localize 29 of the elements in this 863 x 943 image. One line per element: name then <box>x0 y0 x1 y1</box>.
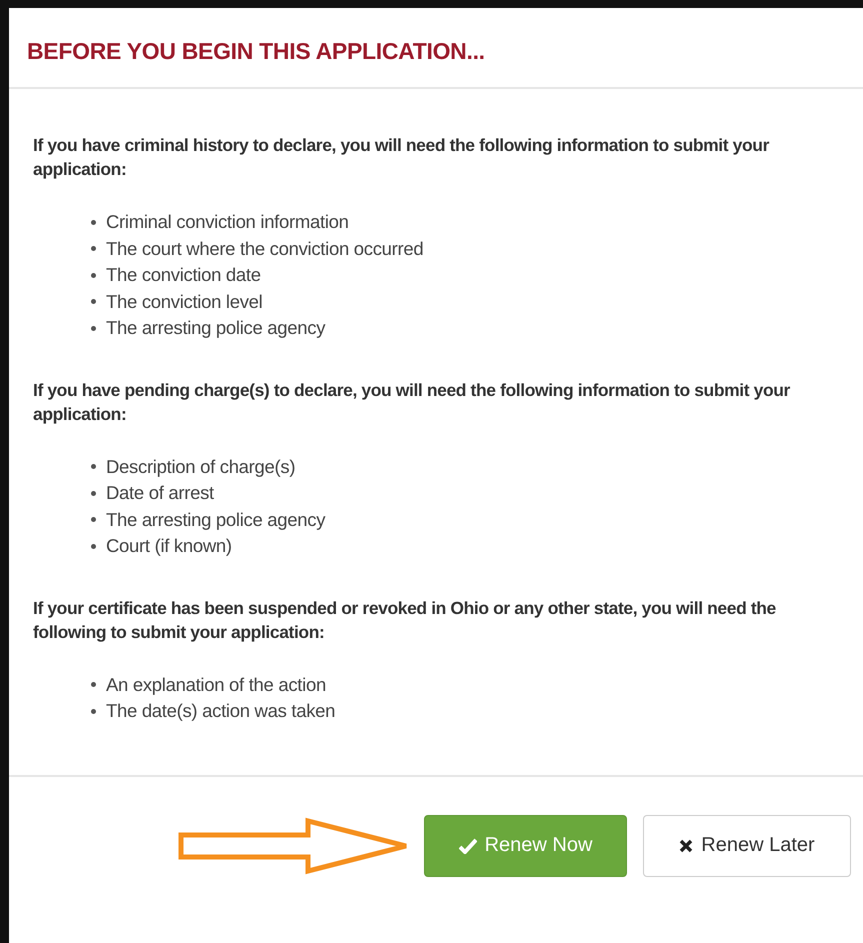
list-item: The date(s) action was taken <box>106 699 336 723</box>
bullet-icon <box>91 220 96 225</box>
intro-text: If you have pending charge(s) to declare, you will need the following information to submit your application: <box>33 378 791 426</box>
intro-text: If your certificate has been suspended or revoked in Ohio or any other state, you will need the following to submit your application: <box>33 596 777 644</box>
dialog-title: BEFORE YOU BEGIN THIS APPLICATION... <box>27 38 485 64</box>
close-icon <box>679 838 694 852</box>
list-item: The conviction level <box>106 290 262 314</box>
list-item: The court where the conviction occurred <box>106 236 424 260</box>
bullet-icon <box>91 272 96 278</box>
list-item: Criminal conviction information <box>106 210 349 234</box>
bullet-icon <box>91 299 96 304</box>
list-item: Date of arrest <box>106 481 214 505</box>
list-item: The conviction date <box>106 263 261 287</box>
intro-text: If you have criminal history to declare, you will need the following information to submit your application: <box>33 134 770 181</box>
bullet-icon <box>91 544 96 549</box>
bullet-icon <box>91 682 96 688</box>
list-item: Court (if known) <box>106 534 232 558</box>
bullet-icon <box>91 517 96 522</box>
bullet-icon <box>91 464 96 470</box>
list-item: An explanation of the action <box>106 672 326 697</box>
list-item: The arresting police agency <box>106 316 326 340</box>
list-item: The arresting police agency <box>106 508 326 532</box>
list-item: Description of charge(s) <box>106 454 296 479</box>
bullet-icon <box>91 490 96 496</box>
check-icon <box>458 838 477 854</box>
bullet-icon <box>91 246 96 252</box>
bullet-icon <box>91 326 96 331</box>
later-button[interactable]: Renew Later <box>643 814 851 876</box>
bullet-icon <box>91 708 96 714</box>
